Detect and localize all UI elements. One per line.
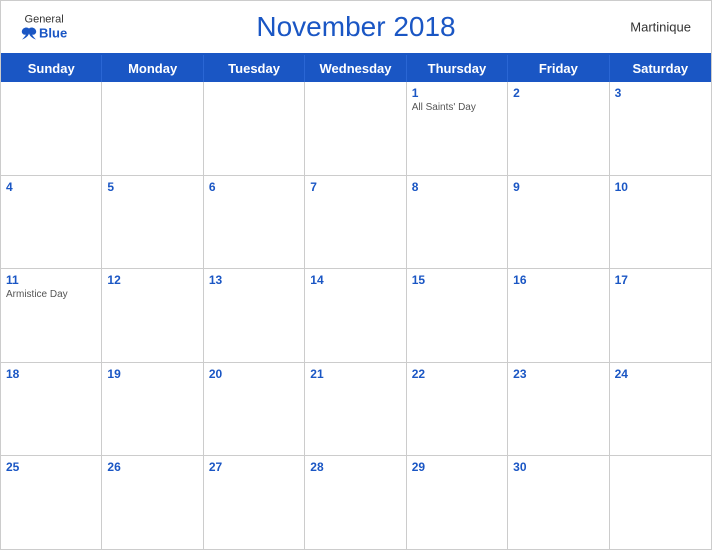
day-cell: 16	[508, 269, 609, 362]
day-cell: 4	[1, 176, 102, 269]
calendar-grid: Sunday Monday Tuesday Wednesday Thursday…	[1, 53, 711, 549]
week-row-2: 456789 10	[1, 176, 711, 270]
day-cell: 19	[102, 363, 203, 456]
logo: General Blue	[21, 14, 67, 41]
header-saturday: Saturday	[610, 55, 711, 82]
day-cell: 2	[508, 82, 609, 175]
holiday-label: Armistice Day	[6, 289, 96, 300]
day-number: 23	[513, 367, 603, 381]
day-cell: 6	[204, 176, 305, 269]
header-tuesday: Tuesday	[204, 55, 305, 82]
day-cell: 17	[610, 269, 711, 362]
day-cell: 5	[102, 176, 203, 269]
day-cell: 9	[508, 176, 609, 269]
day-number: 7	[310, 180, 400, 194]
day-cell: 18	[1, 363, 102, 456]
week-row-1: 1 All Saints' Day 23	[1, 82, 711, 176]
day-cell: 22	[407, 363, 508, 456]
header-wednesday: Wednesday	[305, 55, 406, 82]
day-cell: 7	[305, 176, 406, 269]
logo-bird-icon	[21, 26, 37, 40]
day-number: 15	[412, 273, 502, 287]
day-number: 13	[209, 273, 299, 287]
day-number: 30	[513, 460, 603, 474]
day-cell: 28	[305, 456, 406, 549]
day-number: 17	[615, 273, 706, 287]
day-cell: 3	[610, 82, 711, 175]
day-number: 14	[310, 273, 400, 287]
day-number: 11	[6, 273, 96, 287]
day-number: 22	[412, 367, 502, 381]
week-row-3: 11 Armistice Day 12 13 14 15 16 17	[1, 269, 711, 363]
week-row-5: 25 26 27 28 29 30	[1, 456, 711, 549]
day-number: 12	[107, 273, 197, 287]
header-thursday: Thursday	[407, 55, 508, 82]
calendar-container: General Blue November 2018 Martinique Su…	[0, 0, 712, 550]
day-cell: 11 Armistice Day	[1, 269, 102, 362]
day-cell: 20	[204, 363, 305, 456]
day-cell: 25	[1, 456, 102, 549]
month-title: November 2018	[256, 11, 455, 43]
day-cell: 23	[508, 363, 609, 456]
logo-general-text: General	[25, 14, 64, 26]
holiday-label: All Saints' Day	[412, 102, 502, 113]
day-cell: 15	[407, 269, 508, 362]
day-number: 2	[513, 86, 603, 100]
logo-blue-text: Blue	[21, 26, 67, 41]
header-monday: Monday	[102, 55, 203, 82]
day-cell: 10	[610, 176, 711, 269]
day-number: 5	[107, 180, 197, 194]
day-number: 8	[412, 180, 502, 194]
day-number: 25	[6, 460, 96, 474]
day-cell: 14	[305, 269, 406, 362]
calendar-header: General Blue November 2018 Martinique	[1, 1, 711, 53]
day-cell: 13	[204, 269, 305, 362]
day-cell: 24	[610, 363, 711, 456]
day-cell: 21	[305, 363, 406, 456]
day-cell: 30	[508, 456, 609, 549]
day-cell	[610, 456, 711, 549]
day-number: 18	[6, 367, 96, 381]
day-number: 29	[412, 460, 502, 474]
region-label: Martinique	[630, 20, 691, 35]
day-number: 21	[310, 367, 400, 381]
day-number: 6	[209, 180, 299, 194]
day-number: 20	[209, 367, 299, 381]
week-row-4: 18 19 20 21 22 23 24	[1, 363, 711, 457]
day-number: 19	[107, 367, 197, 381]
day-number: 26	[107, 460, 197, 474]
day-cell	[204, 82, 305, 175]
day-number: 16	[513, 273, 603, 287]
day-number: 1	[412, 86, 502, 100]
day-number: 10	[615, 180, 706, 194]
day-cell: 1 All Saints' Day	[407, 82, 508, 175]
day-number: 24	[615, 367, 706, 381]
day-cell	[305, 82, 406, 175]
header-sunday: Sunday	[1, 55, 102, 82]
day-number: 27	[209, 460, 299, 474]
day-number: 9	[513, 180, 603, 194]
day-cell: 26	[102, 456, 203, 549]
day-cell	[1, 82, 102, 175]
day-cell: 12	[102, 269, 203, 362]
day-number: 4	[6, 180, 96, 194]
header-friday: Friday	[508, 55, 609, 82]
day-number: 3	[615, 86, 706, 100]
day-cell: 29	[407, 456, 508, 549]
day-cell: 27	[204, 456, 305, 549]
weeks-container: 1 All Saints' Day 23 456789 10 11 Armistice Da…	[1, 82, 711, 549]
day-headers-row: Sunday Monday Tuesday Wednesday Thursday…	[1, 55, 711, 82]
day-cell: 8	[407, 176, 508, 269]
day-cell	[102, 82, 203, 175]
day-number: 28	[310, 460, 400, 474]
